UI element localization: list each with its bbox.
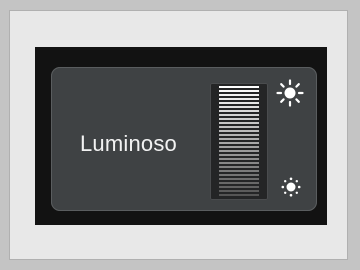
brightness-bar bbox=[219, 178, 259, 180]
brightness-level-bars bbox=[219, 86, 259, 198]
brightness-bar bbox=[219, 194, 259, 196]
brightness-bar bbox=[219, 162, 259, 164]
brightness-bar bbox=[219, 134, 259, 136]
brightness-bar bbox=[219, 106, 259, 108]
brightness-bar bbox=[219, 182, 259, 184]
sun-bright-icon bbox=[276, 79, 304, 107]
brightness-bar bbox=[219, 118, 259, 120]
sun-dim-icon bbox=[281, 177, 301, 197]
brightness-bar bbox=[219, 186, 259, 188]
brightness-bar bbox=[219, 130, 259, 132]
display-screen: Luminoso bbox=[35, 47, 327, 225]
brightness-bar bbox=[219, 98, 259, 100]
brightness-bar bbox=[219, 166, 259, 168]
brightness-bar bbox=[219, 86, 259, 88]
brightness-bar bbox=[219, 90, 259, 92]
brightness-bar bbox=[219, 170, 259, 172]
brightness-bar bbox=[219, 158, 259, 160]
brightness-bar bbox=[219, 102, 259, 104]
brightness-bar bbox=[219, 110, 259, 112]
brightness-bar bbox=[219, 94, 259, 96]
brightness-dialog: Luminoso bbox=[51, 67, 317, 211]
brightness-bar bbox=[219, 150, 259, 152]
brightness-bar bbox=[219, 126, 259, 128]
brightness-slider[interactable] bbox=[210, 83, 268, 200]
brightness-bar bbox=[219, 174, 259, 176]
brightness-bar bbox=[219, 190, 259, 192]
brightness-bar bbox=[219, 138, 259, 140]
brightness-bar bbox=[219, 142, 259, 144]
brightness-bar bbox=[219, 114, 259, 116]
brightness-bar bbox=[219, 146, 259, 148]
brightness-bar bbox=[219, 122, 259, 124]
brightness-bar bbox=[219, 154, 259, 156]
brightness-label: Luminoso bbox=[80, 131, 177, 156]
